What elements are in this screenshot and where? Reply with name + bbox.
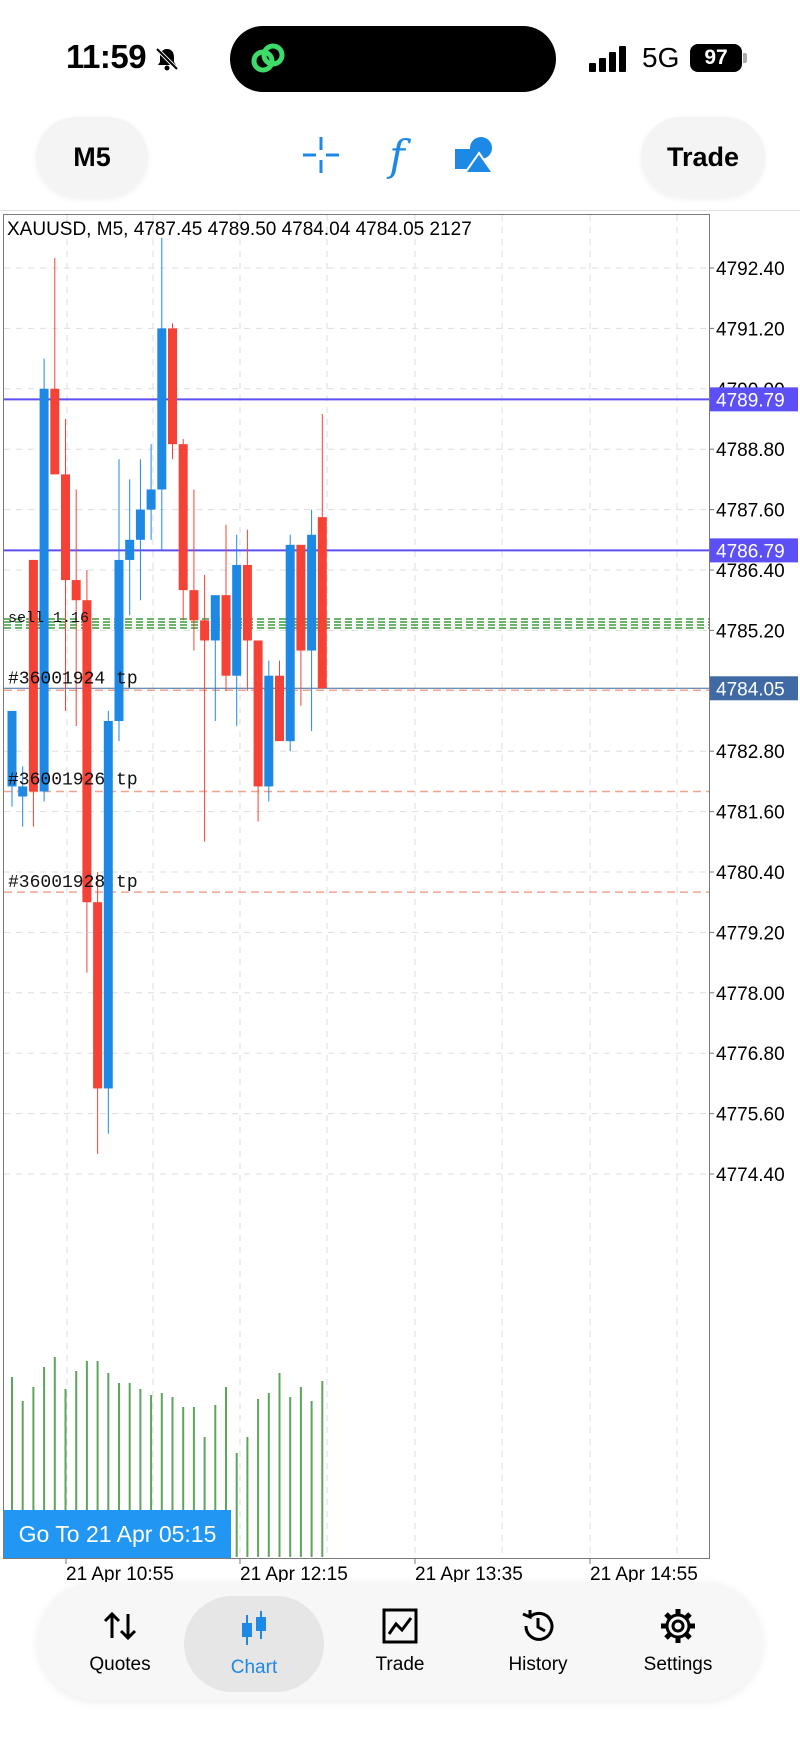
- history-icon: [522, 1610, 554, 1641]
- level-price-tag: [710, 538, 798, 563]
- nav-quotes[interactable]: Quotes: [50, 1582, 190, 1700]
- toolbar-divider: [0, 210, 800, 211]
- nav-trade-label: Trade: [375, 1654, 425, 1675]
- level-price-tag: [710, 387, 798, 412]
- price-tick-label: 4778.00: [716, 984, 785, 1005]
- nav-history-label: History: [508, 1654, 568, 1675]
- function-icon[interactable]: f: [371, 129, 423, 181]
- gear-icon: [661, 1609, 695, 1643]
- nav-settings[interactable]: Settings: [608, 1582, 748, 1700]
- nav-history[interactable]: History: [468, 1582, 608, 1700]
- nav-quotes-label: Quotes: [89, 1654, 151, 1675]
- trade-button[interactable]: Trade: [641, 117, 765, 197]
- arrows-updown-icon: [103, 1611, 137, 1641]
- status-time: 11:59: [66, 38, 147, 75]
- level-price-tag: [710, 676, 798, 701]
- signal-bars-icon: [589, 46, 626, 72]
- nav-settings-label: Settings: [643, 1654, 713, 1675]
- bell-slash-icon: [155, 47, 179, 71]
- nav-trade[interactable]: Trade: [330, 1582, 470, 1700]
- battery-cap: [743, 53, 747, 63]
- chart-symbol-header: XAUUSD, M5, 4787.45 4789.50 4784.04 4784…: [7, 219, 472, 240]
- price-tick-label: 4780.40: [716, 863, 785, 884]
- price-tick-label: 4785.20: [716, 621, 785, 642]
- battery-icon: 97: [690, 44, 747, 72]
- price-tick-label: 4775.60: [716, 1105, 785, 1126]
- shapes-icon[interactable]: [449, 129, 501, 181]
- price-tick-label: 4791.20: [716, 319, 785, 340]
- chart-area[interactable]: [3, 214, 710, 1559]
- go-to-date-button[interactable]: Go To 21 Apr 05:15: [4, 1510, 231, 1558]
- price-tick-label: 4787.60: [716, 501, 785, 522]
- chart-toolbar: M5 f Trade: [0, 105, 800, 210]
- level-price-label: 4789.79: [716, 390, 785, 411]
- price-tick-label: 4774.40: [716, 1165, 785, 1186]
- nav-chart[interactable]: Chart: [184, 1596, 324, 1692]
- status-bar: 11:59 5G 97: [0, 0, 800, 110]
- nav-chart-label: Chart: [230, 1657, 278, 1678]
- price-tick-label: 4790.00: [716, 380, 785, 401]
- timeframe-button[interactable]: M5: [36, 117, 148, 197]
- dynamic-island: [230, 26, 556, 92]
- level-price-label: 4786.79: [716, 541, 785, 562]
- price-tick-label: 4781.60: [716, 803, 785, 824]
- price-tick-label: 4788.80: [716, 440, 785, 461]
- candlestick-icon: [242, 1611, 266, 1645]
- battery-level: 97: [690, 44, 742, 72]
- linked-rings-icon: [251, 43, 285, 73]
- level-price-label: 4784.05: [716, 679, 785, 700]
- crosshair-icon[interactable]: [295, 129, 347, 181]
- line-chart-icon: [382, 1608, 418, 1644]
- network-label: 5G: [642, 42, 680, 73]
- price-tick-label: 4792.40: [716, 259, 785, 280]
- price-tick-label: 4779.20: [716, 923, 785, 944]
- price-tick-label: 4782.80: [716, 742, 785, 763]
- price-tick-label: 4776.80: [716, 1044, 785, 1065]
- bottom-nav: Quotes Chart Trade History Settings: [38, 1582, 762, 1700]
- price-tick-label: 4786.40: [716, 561, 785, 582]
